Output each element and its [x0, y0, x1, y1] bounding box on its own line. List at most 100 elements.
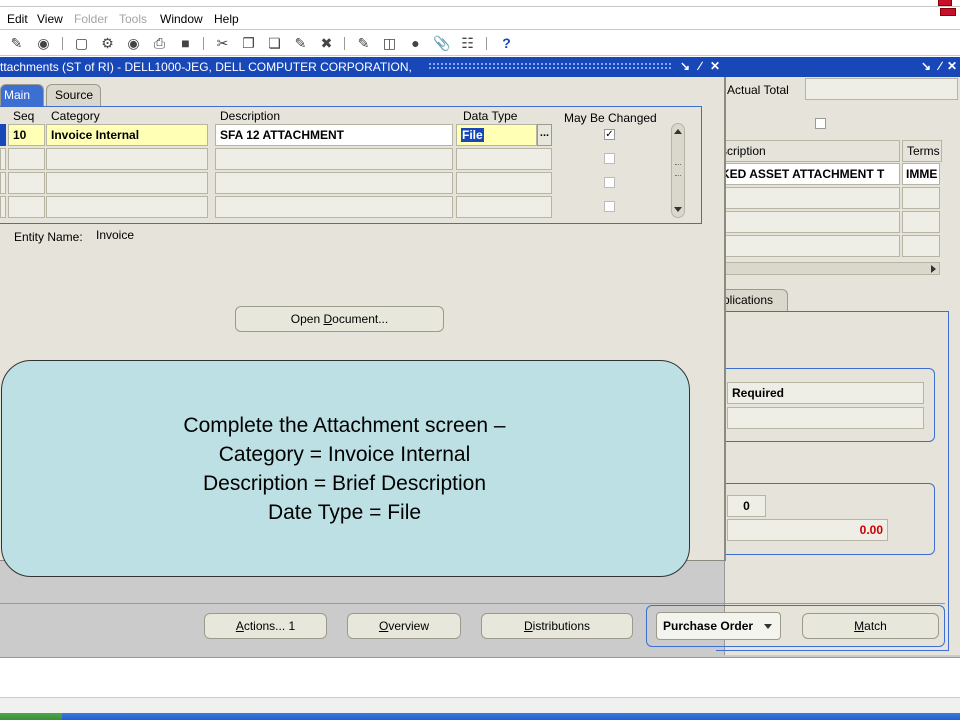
- distributions-button[interactable]: Distributions: [481, 613, 633, 639]
- toolbar-separator: [62, 37, 63, 50]
- attachment-folder-icon[interactable]: ◫: [381, 35, 398, 52]
- data-type-lov-button[interactable]: ...: [537, 124, 552, 146]
- scroll-down-icon[interactable]: [674, 207, 682, 212]
- menu-edit[interactable]: Edit: [7, 12, 28, 26]
- seq-field[interactable]: 10: [8, 124, 45, 146]
- overview-button[interactable]: Overview: [347, 613, 461, 639]
- menu-window[interactable]: Window: [160, 12, 203, 26]
- description-field[interactable]: [215, 196, 453, 218]
- toolbar: ✎ ◉ ▢ ⚙ ◉ ⎙ ■ ✂ ❐ ❏ ✎ ✖ ✎ ◫ ● 📎 ☷ ?: [0, 31, 960, 56]
- data-type-field[interactable]: [456, 148, 552, 170]
- category-field[interactable]: [46, 196, 208, 218]
- close-window-icon[interactable]: [938, 0, 952, 6]
- required-field-2[interactable]: [727, 407, 924, 429]
- row-indicator[interactable]: [0, 148, 6, 170]
- may-be-changed-checkbox[interactable]: [604, 201, 615, 212]
- invoice-terms-field[interactable]: [902, 211, 940, 233]
- category-field[interactable]: [46, 172, 208, 194]
- tab-main[interactable]: Main: [0, 84, 44, 106]
- category-field[interactable]: Invoice Internal: [46, 124, 208, 146]
- close-icon[interactable]: ✕: [946, 60, 958, 72]
- invoice-terms-field[interactable]: [902, 235, 940, 257]
- restore-icon[interactable]: ∕: [934, 60, 946, 72]
- menu-tools[interactable]: Tools: [119, 12, 147, 26]
- folder-icon[interactable]: ●: [407, 35, 424, 52]
- required-field[interactable]: Required: [727, 382, 924, 404]
- minimize-icon[interactable]: ↘: [679, 60, 691, 72]
- clear-icon[interactable]: ■: [177, 35, 194, 52]
- invoice-terms-field[interactable]: IMME: [902, 163, 940, 185]
- save-icon[interactable]: ▢: [73, 35, 90, 52]
- count-field[interactable]: 0: [727, 495, 766, 517]
- actions-button[interactable]: Actions... 1: [204, 613, 327, 639]
- seq-field[interactable]: [8, 196, 45, 218]
- restore-icon[interactable]: ∕: [694, 60, 706, 72]
- flashlight-icon[interactable]: ✎: [8, 35, 25, 52]
- invoice-checkbox[interactable]: [815, 118, 826, 129]
- taskbar: [0, 713, 960, 720]
- invoice-description-field[interactable]: [716, 187, 900, 209]
- tab-applications[interactable]: plications: [716, 289, 788, 311]
- attachment-icon[interactable]: 📎: [433, 35, 450, 52]
- scroll-grip[interactable]: [675, 164, 681, 176]
- data-type-field[interactable]: File: [456, 124, 537, 146]
- navigator-icon[interactable]: ◉: [35, 35, 52, 52]
- paste-icon[interactable]: ❏: [266, 35, 283, 52]
- print-icon[interactable]: ⎙: [151, 35, 168, 52]
- tab-source[interactable]: Source: [46, 84, 101, 106]
- invoice-description-field[interactable]: [716, 211, 900, 233]
- row-indicator[interactable]: [0, 196, 6, 218]
- data-type-field[interactable]: [456, 172, 552, 194]
- menu-view[interactable]: View: [37, 12, 63, 26]
- menu-bar: Edit View Folder Tools Window Help: [0, 8, 960, 30]
- translation-icon[interactable]: ✎: [355, 35, 372, 52]
- match-button[interactable]: Match: [802, 613, 939, 639]
- entity-name-value: Invoice: [96, 228, 135, 242]
- column-header-category: Category: [51, 109, 100, 123]
- scroll-up-icon[interactable]: [674, 129, 682, 134]
- row-indicator[interactable]: [0, 124, 6, 146]
- start-button[interactable]: [0, 713, 62, 720]
- category-field[interactable]: [46, 148, 208, 170]
- open-document-button[interactable]: Open Document...: [235, 306, 444, 332]
- actual-total-label: Actual Total: [727, 83, 789, 97]
- close-icon[interactable]: ✕: [709, 60, 721, 72]
- may-be-changed-checkbox[interactable]: [604, 153, 615, 164]
- invoice-description-header: scription: [716, 140, 900, 162]
- actual-total-field[interactable]: [805, 78, 958, 100]
- data-type-field[interactable]: [456, 196, 552, 218]
- match-type-select[interactable]: Purchase Order: [656, 612, 781, 640]
- toolbar-separator: [486, 37, 487, 50]
- menu-help[interactable]: Help: [214, 12, 239, 26]
- menu-folder[interactable]: Folder: [74, 12, 108, 26]
- description-field[interactable]: [215, 148, 453, 170]
- seq-field[interactable]: [8, 148, 45, 170]
- row-indicator[interactable]: [0, 172, 6, 194]
- vertical-scrollbar[interactable]: [671, 123, 685, 218]
- window-icon[interactable]: ☷: [459, 35, 476, 52]
- amount-field[interactable]: 0.00: [727, 519, 888, 541]
- cut-icon[interactable]: ✂: [214, 35, 231, 52]
- invoice-description-field[interactable]: [716, 235, 900, 257]
- delete-record-icon[interactable]: ✖: [318, 35, 335, 52]
- description-field[interactable]: [215, 172, 453, 194]
- close-menu-icon[interactable]: [940, 8, 956, 16]
- zoom-icon[interactable]: ◉: [125, 35, 142, 52]
- column-header-may-be-changed: May Be Changed: [564, 111, 657, 125]
- edit-field-icon[interactable]: ✎: [292, 35, 309, 52]
- invoice-terms-field[interactable]: [902, 187, 940, 209]
- help-icon[interactable]: ?: [498, 35, 515, 52]
- callout-line: Date Type = File: [267, 501, 422, 524]
- description-field[interactable]: SFA 12 ATTACHMENT: [215, 124, 453, 146]
- minimize-icon[interactable]: ↘: [920, 60, 932, 72]
- seq-field[interactable]: [8, 172, 45, 194]
- copy-icon[interactable]: ❐: [240, 35, 257, 52]
- scroll-right-icon[interactable]: [931, 265, 936, 273]
- attachments-window-title: ttachments (ST of RI) - DELL1000-JEG, DE…: [0, 60, 412, 74]
- may-be-changed-checkbox[interactable]: ✓: [604, 129, 615, 140]
- column-header-data-type: Data Type: [463, 109, 518, 123]
- may-be-changed-checkbox[interactable]: [604, 177, 615, 188]
- invoice-description-field[interactable]: KED ASSET ATTACHMENT T: [716, 163, 900, 185]
- horizontal-scrollbar[interactable]: [716, 262, 940, 275]
- transactions-icon[interactable]: ⚙: [99, 35, 116, 52]
